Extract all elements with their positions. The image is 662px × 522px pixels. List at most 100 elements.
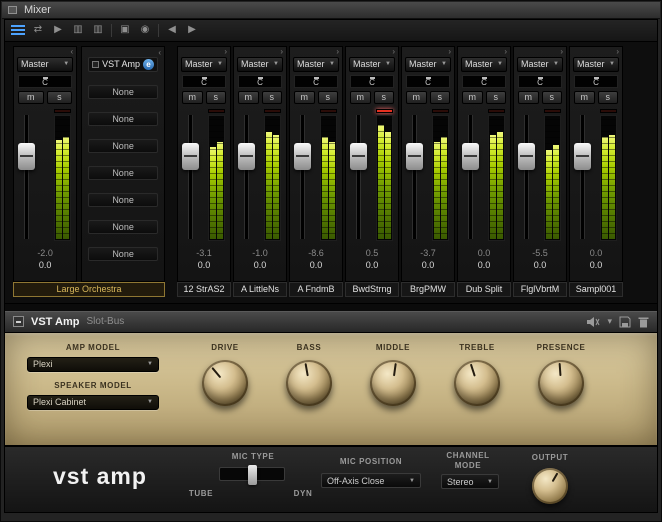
channel-name-label[interactable]: BrgPMW	[401, 281, 455, 297]
solo-button[interactable]: s	[46, 90, 73, 104]
mute-button[interactable]: m	[182, 90, 203, 104]
routing-icon[interactable]: ⇄	[31, 22, 45, 38]
strip-collapse-icon[interactable]: ‹	[70, 47, 73, 56]
channel-mode-select[interactable]: Stereo ▼	[441, 474, 499, 490]
fader-handle[interactable]	[182, 142, 199, 170]
fader-handle[interactable]	[574, 142, 591, 170]
fader-handle[interactable]	[462, 142, 479, 170]
clip-indicator[interactable]	[376, 108, 393, 113]
fader-track[interactable]	[468, 114, 473, 239]
solo-button[interactable]: s	[541, 90, 562, 104]
fader-handle[interactable]	[406, 142, 423, 170]
next-arrow-icon[interactable]: ▶	[185, 22, 199, 38]
menu-icon[interactable]	[11, 24, 25, 36]
insert-slot[interactable]: None	[88, 165, 158, 180]
insert-power-icon[interactable]	[92, 60, 100, 68]
fader-track[interactable]	[356, 114, 361, 239]
pan-control[interactable]: C	[462, 74, 506, 88]
mute-button[interactable]: m	[238, 90, 259, 104]
gain-value[interactable]: 0.0	[514, 259, 566, 271]
chevron-down-icon[interactable]: ▾	[607, 316, 612, 327]
strip-expand-icon[interactable]: ›	[224, 47, 227, 56]
insert-slot[interactable]: None	[88, 84, 158, 99]
speaker-model-select[interactable]: Plexi Cabinet ▼	[27, 394, 159, 410]
output-routing-select[interactable]: Master ▼	[573, 56, 619, 72]
solo-button[interactable]: s	[261, 90, 282, 104]
inserts-collapse-icon[interactable]: ‹	[158, 48, 161, 57]
strip-expand-icon[interactable]: ›	[448, 47, 451, 56]
solo-button[interactable]: s	[373, 90, 394, 104]
mute-button[interactable]: m	[18, 90, 44, 104]
strip-expand-icon[interactable]: ›	[392, 47, 395, 56]
pan-control[interactable]: C	[294, 74, 338, 88]
gain-value[interactable]: 0.0	[402, 259, 454, 271]
output-routing-select[interactable]: Master ▼	[293, 56, 339, 72]
gain-value[interactable]: 0.0	[458, 259, 510, 271]
channel-name-label[interactable]: BwdStrng	[345, 281, 399, 297]
amp-knob[interactable]	[286, 359, 332, 406]
strip-expand-icon[interactable]: ›	[616, 47, 619, 56]
fader-track[interactable]	[188, 114, 193, 239]
camera-icon[interactable]: ◉	[138, 22, 152, 38]
clip-indicator[interactable]	[320, 108, 337, 113]
fader-track[interactable]	[524, 114, 529, 239]
fader-track[interactable]	[244, 114, 249, 239]
fader-handle[interactable]	[294, 142, 311, 170]
channel-name-label[interactable]: FlglVbrtM	[513, 281, 567, 297]
fader-handle[interactable]	[18, 142, 35, 170]
clip-indicator[interactable]	[264, 108, 281, 113]
channel-name-label[interactable]: A FndmB	[289, 281, 343, 297]
clip-indicator[interactable]	[600, 108, 617, 113]
output-routing-select[interactable]: Master ▼	[237, 56, 283, 72]
solo-button[interactable]: s	[597, 90, 618, 104]
pan-control[interactable]: C	[406, 74, 450, 88]
pan-control[interactable]: C	[18, 74, 73, 88]
gain-value[interactable]: 0.0	[346, 259, 398, 271]
solo-button[interactable]: s	[429, 90, 450, 104]
snapshot-icon[interactable]: ▣	[118, 22, 132, 38]
insert-slot[interactable]: None	[88, 111, 158, 126]
output-routing-select[interactable]: Master ▼	[17, 56, 74, 72]
clip-indicator[interactable]	[208, 108, 225, 113]
insert-slot[interactable]: None	[88, 246, 158, 261]
window-titlebar[interactable]: Mixer	[2, 2, 660, 19]
channel-name-label[interactable]: 12 StrAS2	[177, 281, 231, 297]
prev-arrow-icon[interactable]: ◀	[165, 22, 179, 38]
insert-slot[interactable]: None	[88, 192, 158, 207]
fader-track[interactable]	[300, 114, 305, 239]
strip-expand-icon[interactable]: ›	[280, 47, 283, 56]
mute-button[interactable]: m	[294, 90, 315, 104]
meter-view-icon-2[interactable]: ▥	[91, 22, 105, 38]
mute-button[interactable]: m	[350, 90, 371, 104]
monitor-icon[interactable]: ▶	[51, 22, 65, 38]
amp-knob[interactable]	[202, 359, 248, 406]
channel-name-label[interactable]: A LittleNs	[233, 281, 287, 297]
clip-indicator[interactable]	[432, 108, 449, 113]
output-knob[interactable]	[532, 468, 568, 505]
clip-indicator[interactable]	[544, 108, 561, 113]
output-routing-select[interactable]: Master ▼	[405, 56, 451, 72]
insert-slot[interactable]: None	[88, 219, 158, 234]
trash-icon[interactable]	[638, 316, 649, 328]
amp-knob[interactable]	[370, 359, 416, 406]
meter-view-icon-1[interactable]: ▥	[71, 22, 85, 38]
fader-track[interactable]	[580, 114, 585, 239]
fader-track[interactable]	[24, 114, 29, 239]
solo-button[interactable]: s	[317, 90, 338, 104]
amp-model-select[interactable]: Plexi ▼	[27, 356, 159, 372]
insert-slot[interactable]: None	[88, 138, 158, 153]
insert-edit-button[interactable]: e	[143, 58, 154, 70]
gain-value[interactable]: 0.0	[14, 259, 76, 271]
pan-control[interactable]: C	[182, 74, 226, 88]
solo-button[interactable]: s	[205, 90, 226, 104]
clip-indicator[interactable]	[488, 108, 505, 113]
fader-handle[interactable]	[350, 142, 367, 170]
mute-button[interactable]: m	[518, 90, 539, 104]
output-routing-select[interactable]: Master ▼	[181, 56, 227, 72]
save-preset-icon[interactable]	[619, 316, 631, 328]
output-routing-select[interactable]: Master ▼	[517, 56, 563, 72]
mute-button[interactable]: m	[406, 90, 427, 104]
strip-expand-icon[interactable]: ›	[560, 47, 563, 56]
output-routing-select[interactable]: Master ▼	[461, 56, 507, 72]
channel-name-label[interactable]: Sampl001	[569, 281, 623, 297]
